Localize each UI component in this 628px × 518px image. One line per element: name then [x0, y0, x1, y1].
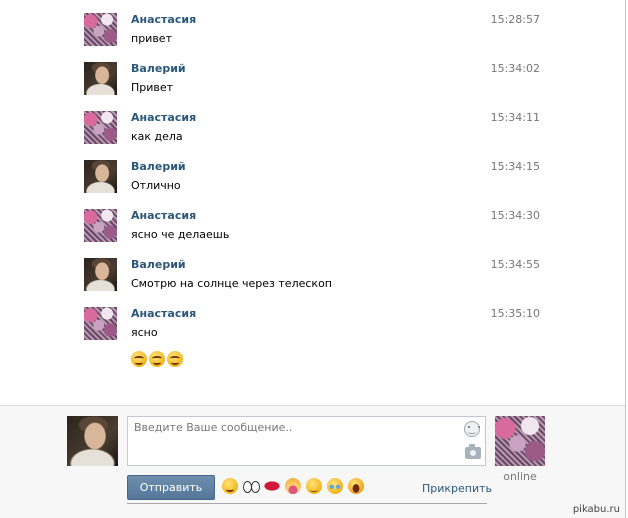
message-history: Анастасия привет 15:28:57 Валерий Привет… — [0, 0, 625, 405]
avatar-valeriy[interactable] — [84, 62, 117, 95]
watermark: pikabu.ru — [572, 504, 620, 515]
message-time: 15:34:02 — [490, 62, 540, 75]
send-button[interactable]: Отправить — [127, 475, 215, 500]
message-time: 15:34:11 — [490, 111, 540, 124]
cry-emoji-icon[interactable] — [327, 478, 343, 494]
avatar-valeriy[interactable] — [84, 258, 117, 291]
message-smiles — [131, 351, 185, 367]
avatar-anastasia[interactable] — [84, 209, 117, 242]
grin-emoji-icon[interactable] — [222, 478, 238, 494]
message-text: Привет — [131, 81, 174, 94]
message-time: 15:34:55 — [490, 258, 540, 271]
message-text: Отлично — [131, 179, 181, 192]
attach-link[interactable]: Прикрепить — [422, 482, 492, 495]
message-text: как дела — [131, 130, 183, 143]
emoji-picker-icon[interactable] — [464, 421, 480, 437]
tongue-emoji-icon[interactable] — [285, 478, 301, 494]
composer-divider — [127, 503, 487, 504]
camera-icon[interactable] — [465, 444, 481, 459]
message-item: Валерий Смотрю на солнце через телескоп … — [84, 258, 554, 307]
message-input[interactable] — [127, 416, 486, 466]
smile-emoji-icon — [149, 351, 165, 367]
my-avatar[interactable] — [67, 416, 118, 466]
message-item: Анастасия ясно 15:35:10 — [84, 307, 554, 356]
message-author[interactable]: Анастасия — [131, 209, 196, 222]
message-time: 15:28:57 — [490, 13, 540, 26]
eyes-emoji-icon[interactable] — [243, 478, 260, 494]
avatar-anastasia[interactable] — [84, 307, 117, 340]
peer-online-status: online — [503, 470, 537, 483]
message-item: Анастасия ясно че делаешь 15:34:30 — [84, 209, 554, 258]
message-author[interactable]: Валерий — [131, 62, 186, 75]
message-time: 15:34:15 — [490, 160, 540, 173]
message-author[interactable]: Валерий — [131, 258, 186, 271]
message-item: Валерий Отлично 15:34:15 — [84, 160, 554, 209]
smile-emoji-icon — [131, 351, 147, 367]
message-author[interactable]: Анастасия — [131, 111, 196, 124]
emoji-bar — [222, 478, 369, 496]
window-border — [625, 0, 626, 518]
message-author[interactable]: Анастасия — [131, 307, 196, 320]
message-time: 15:34:30 — [490, 209, 540, 222]
peer-avatar[interactable] — [495, 416, 545, 466]
message-text: ясно че делаешь — [131, 228, 230, 241]
pensive-emoji-icon[interactable] — [306, 478, 322, 494]
message-time: 15:35:10 — [490, 307, 540, 320]
message-author[interactable]: Анастасия — [131, 13, 196, 26]
lips-emoji-icon[interactable] — [264, 478, 280, 494]
avatar-anastasia[interactable] — [84, 13, 117, 46]
message-text: ясно — [131, 326, 158, 339]
message-text: привет — [131, 32, 172, 45]
message-item: Валерий Привет 15:34:02 — [84, 62, 554, 111]
message-author[interactable]: Валерий — [131, 160, 186, 173]
avatar-valeriy[interactable] — [84, 160, 117, 193]
message-item: Анастасия как дела 15:34:11 — [84, 111, 554, 160]
smile-emoji-icon — [167, 351, 183, 367]
message-item: Анастасия привет 15:28:57 — [84, 13, 554, 62]
scream-emoji-icon[interactable] — [348, 478, 364, 494]
dialog-window: Анастасия привет 15:28:57 Валерий Привет… — [0, 0, 628, 518]
message-text: Смотрю на солнце через телескоп — [131, 277, 332, 290]
avatar-anastasia[interactable] — [84, 111, 117, 144]
